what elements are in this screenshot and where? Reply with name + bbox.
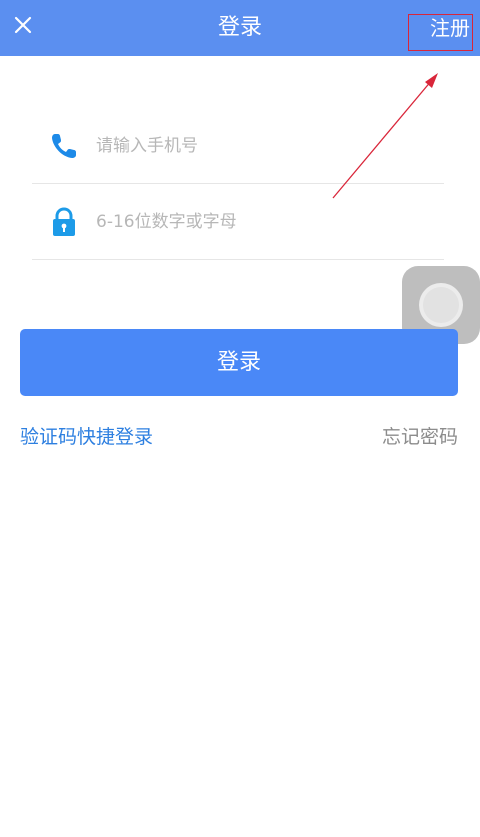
assistive-touch-ring [419,283,463,327]
phone-field-row [32,108,444,184]
page-title: 登录 [217,15,262,40]
login-button[interactable]: 登录 [20,329,458,396]
forgot-password-link[interactable]: 忘记密码 [382,422,458,449]
close-button[interactable] [10,12,36,38]
lock-icon [53,207,75,236]
password-field-row [32,184,444,260]
phone-icon [52,134,76,158]
phone-input[interactable] [96,126,426,166]
password-input[interactable] [96,202,426,242]
sms-quick-login-link[interactable]: 验证码快捷登录 [20,422,153,449]
register-button[interactable]: 注册 [430,12,470,44]
close-icon [14,16,32,34]
top-navigation-bar: 登录 注册 [0,0,480,56]
